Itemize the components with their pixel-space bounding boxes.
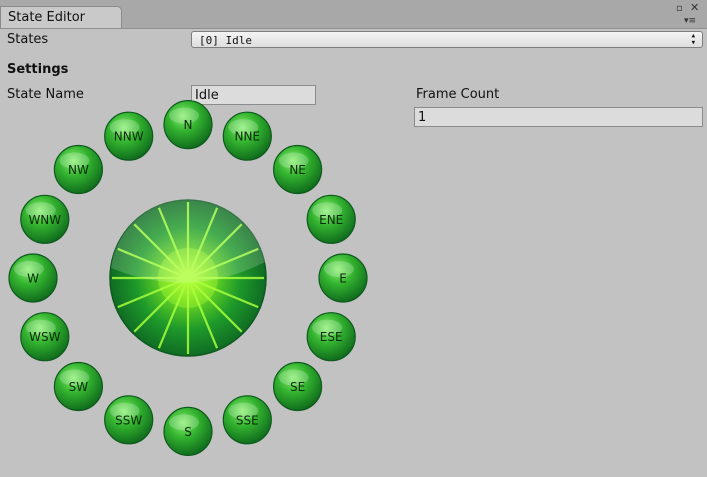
direction-label: WNW bbox=[28, 213, 61, 227]
direction-label: ESE bbox=[320, 330, 343, 344]
direction-button-nw[interactable]: NW bbox=[53, 144, 104, 195]
direction-label: E bbox=[339, 272, 347, 286]
direction-button-s[interactable]: S bbox=[163, 406, 213, 456]
direction-button-se[interactable]: SE bbox=[273, 361, 323, 412]
direction-button-n[interactable]: N bbox=[163, 99, 213, 150]
center-compass-button[interactable] bbox=[109, 199, 267, 357]
direction-label: ENE bbox=[319, 213, 343, 227]
direction-button-w[interactable]: W bbox=[8, 253, 58, 303]
direction-label: S bbox=[184, 425, 192, 439]
direction-label: SSE bbox=[236, 413, 259, 427]
direction-button-nne[interactable]: NNE bbox=[222, 111, 272, 161]
direction-label: NNW bbox=[114, 130, 144, 144]
direction-button-wnw[interactable]: WNW bbox=[20, 194, 70, 244]
direction-button-ene[interactable]: ENE bbox=[306, 194, 356, 244]
direction-label: W bbox=[27, 272, 39, 286]
direction-compass: N NNE NE ENE E ESE SE SSE S SSW SW WSW W WNW NW NNW bbox=[8, 99, 368, 456]
direction-label: N bbox=[184, 118, 193, 132]
direction-label: NE bbox=[289, 163, 306, 177]
direction-button-wsw[interactable]: WSW bbox=[20, 312, 70, 362]
direction-label: SE bbox=[290, 380, 305, 394]
direction-label: NW bbox=[68, 163, 89, 177]
direction-button-ssw[interactable]: SSW bbox=[104, 395, 154, 445]
direction-button-nnw[interactable]: NNW bbox=[104, 111, 154, 161]
direction-label: SW bbox=[69, 380, 89, 394]
direction-label: SSW bbox=[115, 413, 142, 427]
direction-button-sse[interactable]: SSE bbox=[222, 395, 272, 445]
direction-button-ese[interactable]: ESE bbox=[306, 312, 356, 362]
direction-button-sw[interactable]: SW bbox=[53, 361, 104, 412]
direction-label: WSW bbox=[29, 330, 60, 344]
direction-label: NNE bbox=[235, 130, 261, 144]
direction-button-e[interactable]: E bbox=[318, 253, 368, 303]
direction-button-ne[interactable]: NE bbox=[273, 144, 323, 195]
